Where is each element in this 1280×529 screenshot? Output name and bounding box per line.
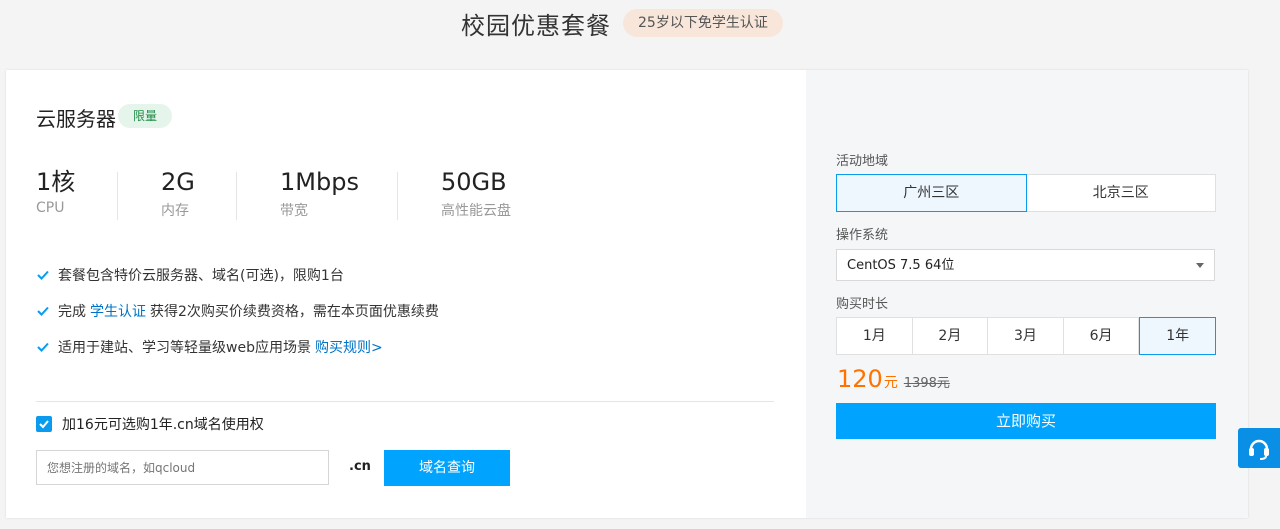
spec-value: 1核 [36, 168, 76, 196]
os-select[interactable]: CentOS 7.5 64位 [836, 249, 1215, 281]
duration-option-1y[interactable]: 1年 [1139, 317, 1216, 355]
domain-checkbox-label[interactable]: 加16元可选购1年.cn域名使用权 [62, 414, 264, 434]
product-title: 云服务器 [36, 107, 116, 131]
spec-label: 高性能云盘 [441, 203, 511, 219]
region-selector: 广州三区 北京三区 [836, 174, 1216, 212]
price-unit: 元 [883, 375, 898, 391]
duration-label: 购买时长 [836, 297, 889, 312]
spec-bandwidth: 1Mbps 带宽 [280, 168, 359, 220]
divider [36, 401, 774, 402]
package-card: 云服务器 限量 1核 CPU 2G 内存 1Mbps 带宽 50GB 高性能云盘… [6, 70, 1248, 518]
spec-memory: 2G 内存 [161, 168, 195, 220]
spec-divider [236, 172, 237, 220]
feature-text: 完成 [58, 304, 86, 320]
feature-item: 适用于建站、学习等轻量级web应用场景 购买规则> [36, 337, 383, 357]
domain-search-input[interactable] [36, 450, 329, 485]
spec-label: 带宽 [280, 203, 308, 219]
headset-icon [1249, 439, 1269, 460]
chevron-down-icon [1196, 263, 1204, 268]
spec-divider [397, 172, 398, 220]
purchase-rules-link[interactable]: 购买规则> [315, 337, 383, 357]
os-label: 操作系统 [836, 228, 889, 243]
duration-option-3m[interactable]: 3月 [988, 317, 1064, 355]
check-icon [37, 270, 49, 280]
region-option-guangzhou[interactable]: 广州三区 [836, 174, 1027, 212]
checkmark-icon [39, 420, 49, 429]
region-label: 活动地域 [836, 154, 889, 169]
os-value: CentOS 7.5 64位 [847, 258, 955, 273]
spec-label: 内存 [161, 203, 189, 219]
feature-item: 套餐包含特价云服务器、域名(可选)，限购1台 [36, 265, 344, 285]
price-value: 120 [837, 365, 883, 393]
order-panel: 活动地域 广州三区 北京三区 操作系统 CentOS 7.5 64位 购买时长 … [806, 70, 1248, 518]
domain-suffix: .cn [349, 459, 371, 474]
spec-divider [117, 172, 118, 220]
spec-label: CPU [36, 200, 65, 216]
feature-text: 适用于建站、学习等轻量级web应用场景 [58, 340, 311, 356]
spec-disk: 50GB 高性能云盘 [441, 168, 511, 220]
duration-option-1m[interactable]: 1月 [836, 317, 913, 355]
domain-checkbox[interactable] [36, 416, 52, 432]
original-price: 1398元 [903, 376, 950, 391]
duration-option-2m[interactable]: 2月 [912, 317, 989, 355]
page-header: 校园优惠套餐 25岁以下免学生认证 [0, 0, 1280, 50]
feature-text: 获得2次购买价续费资格，需在本页面优惠续费 [150, 304, 439, 320]
limit-badge: 限量 [118, 104, 173, 128]
domain-search-button[interactable]: 域名查询 [384, 450, 510, 486]
check-icon [37, 306, 49, 316]
check-icon [37, 342, 49, 352]
feature-item: 完成 学生认证 获得2次购买价续费资格，需在本页面优惠续费 [36, 301, 439, 321]
region-option-beijing[interactable]: 北京三区 [1026, 174, 1216, 212]
buy-now-button[interactable]: 立即购买 [836, 403, 1216, 439]
customer-service-button[interactable] [1238, 428, 1280, 468]
price: 120 元 1398元 [837, 365, 950, 393]
spec-value: 2G [161, 168, 195, 196]
duration-option-6m[interactable]: 6月 [1063, 317, 1140, 355]
page-title: 校园优惠套餐 [461, 12, 611, 40]
domain-option: 加16元可选购1年.cn域名使用权 [36, 414, 264, 434]
spec-cpu: 1核 CPU [36, 168, 75, 216]
student-auth-link[interactable]: 学生认证 [90, 301, 146, 321]
duration-selector: 1月 2月 3月 6月 1年 [836, 317, 1216, 355]
spec-value: 50GB [441, 168, 507, 196]
spec-value: 1Mbps [280, 168, 359, 196]
feature-text: 套餐包含特价云服务器、域名(可选)，限购1台 [58, 268, 344, 284]
student-badge: 25岁以下免学生认证 [623, 9, 783, 37]
